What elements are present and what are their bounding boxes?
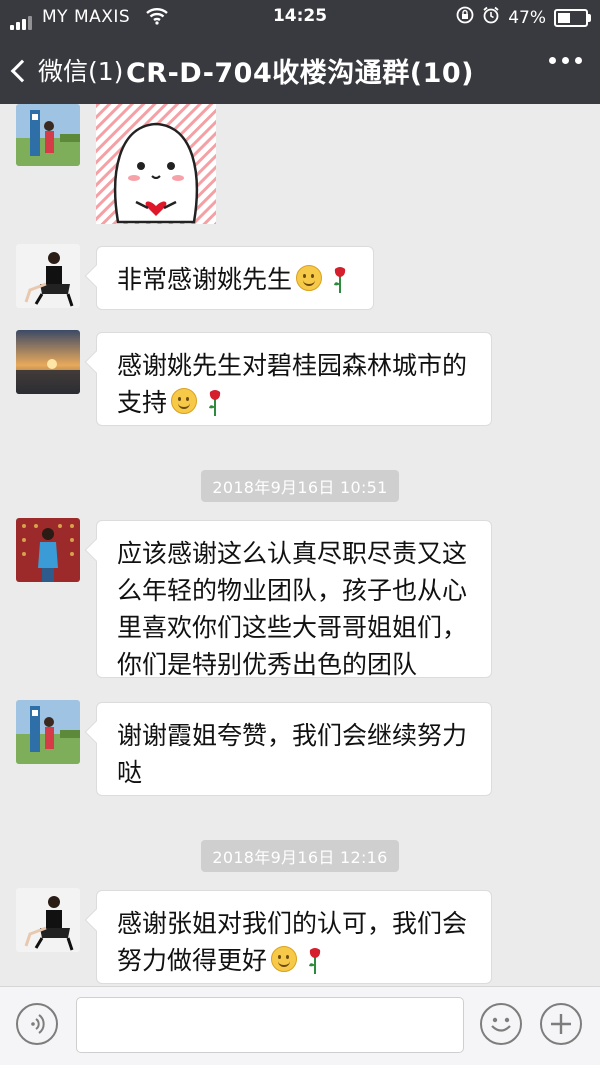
voice-button[interactable] bbox=[16, 1003, 58, 1045]
navigation-bar: 微信(1) CR-D-704收楼沟通群(10) bbox=[0, 34, 600, 104]
alarm-icon bbox=[482, 6, 500, 29]
chat-title: CR-D-704收楼沟通群(10) bbox=[125, 58, 475, 89]
message-bubble[interactable]: 感谢张姐对我们的认可，我们会努力做得更好 bbox=[96, 890, 492, 984]
plus-icon bbox=[551, 1014, 571, 1034]
message-bubble[interactable]: 感谢姚先生对碧桂园森林城市的支持 bbox=[96, 332, 492, 426]
emoji-icon bbox=[491, 1017, 511, 1032]
voice-icon bbox=[31, 1014, 45, 1034]
sticker-image[interactable] bbox=[96, 104, 216, 224]
message-bubble[interactable]: 非常感谢姚先生 bbox=[96, 246, 374, 310]
avatar-sunset[interactable] bbox=[16, 330, 80, 394]
rose-emoji bbox=[334, 267, 346, 293]
timestamp-label: 2018年9月16日 10:51 bbox=[201, 470, 399, 502]
timestamp: 2018年9月16日 12:16 bbox=[0, 840, 600, 872]
smile-emoji bbox=[171, 388, 198, 414]
message-text: 感谢姚先生对碧桂园森林城市的支持 bbox=[117, 351, 468, 417]
rose-emoji bbox=[209, 390, 221, 416]
message-input[interactable] bbox=[76, 997, 464, 1053]
message-text: 非常感谢姚先生 bbox=[117, 265, 293, 294]
more-functions-button[interactable] bbox=[540, 1003, 582, 1045]
rose-emoji bbox=[309, 948, 321, 974]
avatar-red-wall-person[interactable] bbox=[16, 518, 80, 582]
timestamp-label: 2018年9月16日 12:16 bbox=[201, 840, 399, 872]
avatar-landscape-person[interactable] bbox=[16, 700, 80, 764]
orientation-lock-icon bbox=[456, 6, 474, 29]
input-bar bbox=[0, 986, 600, 1065]
emoji-button[interactable] bbox=[480, 1003, 522, 1045]
message-text: 谢谢霞姐夸赞，我们会继续努力哒 bbox=[117, 721, 468, 787]
battery-percent: 47% bbox=[508, 7, 546, 28]
smile-emoji bbox=[296, 265, 323, 291]
message-bubble[interactable]: 应该感谢这么认真尽职尽责又这么年轻的物业团队，孩子也从心里喜欢你们这些大哥哥姐姐… bbox=[96, 520, 492, 679]
avatar-seated-woman[interactable] bbox=[16, 888, 80, 952]
more-dots-icon bbox=[549, 57, 556, 64]
more-options-button[interactable] bbox=[549, 57, 582, 64]
avatar-landscape-person[interactable] bbox=[16, 104, 80, 166]
timestamp: 2018年9月16日 10:51 bbox=[0, 470, 600, 502]
smile-emoji bbox=[271, 946, 298, 972]
battery-icon bbox=[554, 8, 591, 27]
message-text: 应该感谢这么认真尽职尽责又这么年轻的物业团队，孩子也从心里喜欢你们这些大哥哥姐姐… bbox=[117, 539, 468, 679]
message-bubble[interactable]: 谢谢霞姐夸赞，我们会继续努力哒 bbox=[96, 702, 492, 796]
chat-messages[interactable]: 非常感谢姚先生 感谢姚先生对碧桂园森林城市的支持 2018年9月16日 10:5… bbox=[0, 104, 600, 986]
status-bar: MY MAXIS 14:25 47% bbox=[0, 0, 600, 34]
avatar-seated-woman[interactable] bbox=[16, 244, 80, 308]
